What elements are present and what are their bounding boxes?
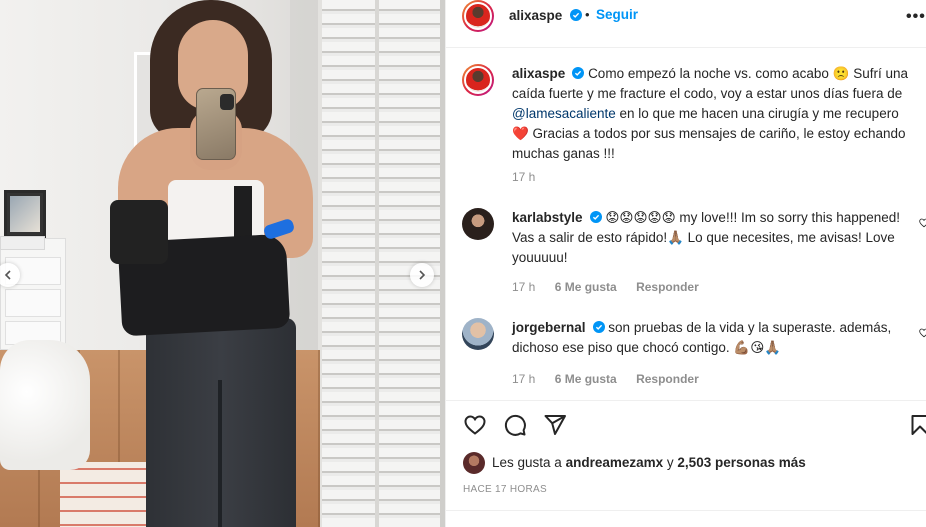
bookmark-icon[interactable] — [908, 413, 926, 437]
comment-timestamp[interactable]: 17 h — [512, 280, 535, 294]
comment-icon[interactable] — [503, 413, 527, 437]
caption-author-username[interactable]: alixaspe — [512, 66, 565, 81]
liker-avatar[interactable] — [463, 452, 485, 474]
comment-item: jorgebernal son pruebas de la vida y la … — [512, 318, 917, 358]
verified-badge-icon — [589, 211, 602, 223]
panel-divider — [446, 510, 926, 511]
comment-like-heart-icon[interactable] — [919, 218, 926, 228]
comment-avatar[interactable] — [462, 208, 494, 240]
likes-prefix: Les gusta a — [492, 455, 562, 470]
send-icon[interactable] — [543, 413, 567, 437]
author-avatar[interactable] — [462, 0, 494, 32]
photo-elbow-brace — [110, 200, 168, 264]
photo-phone-camera — [220, 94, 234, 110]
post-caption: alixaspe Como empezó la noche vs. como a… — [512, 64, 917, 164]
comment-meta: 17 h 6 Me gusta Responder — [512, 372, 715, 386]
author-username[interactable]: alixaspe — [509, 8, 562, 23]
likes-summary[interactable]: Les gusta a andreamezamx y 2,503 persona… — [492, 455, 806, 470]
comment-reply-button[interactable]: Responder — [636, 372, 699, 386]
caption-meta: 17 h — [512, 170, 551, 184]
header-dot-separator: • — [585, 7, 590, 22]
chevron-left-icon — [4, 270, 11, 280]
heart-icon[interactable] — [463, 413, 487, 437]
carousel-next-button[interactable] — [410, 263, 434, 287]
post-header: alixaspe • Seguir ••• — [446, 0, 926, 48]
photo-picture-frame — [4, 190, 46, 238]
verified-badge-icon — [569, 9, 582, 21]
author-username-wrap[interactable]: alixaspe — [509, 7, 582, 25]
comment-avatar[interactable] — [462, 318, 494, 350]
comment-item: karlabstyle 😟😟😟😟😟 my love!!! Im so sorry… — [512, 208, 917, 268]
post-photo[interactable] — [0, 0, 445, 527]
verified-badge-icon — [572, 67, 585, 79]
likes-user[interactable]: andreamezamx — [566, 455, 664, 470]
caption-mention-link[interactable]: @lamesacaliente — [512, 106, 616, 121]
likes-middle: y — [666, 455, 674, 470]
post-panel: alixaspe • Seguir ••• alixaspe Como empe… — [445, 0, 926, 527]
photo-dresser — [0, 238, 66, 350]
comment-username[interactable]: jorgebernal — [512, 320, 586, 335]
comment-timestamp[interactable]: 17 h — [512, 372, 535, 386]
caption-author-avatar[interactable] — [462, 64, 494, 96]
chevron-right-icon — [419, 270, 426, 280]
photo-box — [0, 236, 45, 250]
comment-username[interactable]: karlabstyle — [512, 210, 583, 225]
comment-likes-count[interactable]: 6 Me gusta — [555, 372, 617, 386]
post-time-ago[interactable]: HACE 17 HORAS — [463, 484, 547, 495]
verified-badge-icon — [592, 321, 605, 333]
likes-count[interactable]: 2,503 personas más — [677, 455, 805, 470]
comment-like-heart-icon[interactable] — [919, 328, 926, 338]
caption-timestamp[interactable]: 17 h — [512, 170, 535, 184]
more-options-button[interactable]: ••• — [906, 8, 926, 26]
comment-reply-button[interactable]: Responder — [636, 280, 699, 294]
photo-jeans-split — [218, 380, 222, 527]
comment-meta: 17 h 6 Me gusta Responder — [512, 280, 715, 294]
action-bar — [446, 400, 926, 450]
comment-likes-count[interactable]: 6 Me gusta — [555, 280, 617, 294]
follow-button[interactable]: Seguir — [596, 7, 638, 22]
photo-blanket — [0, 340, 90, 470]
photo-door-edge — [375, 0, 379, 527]
